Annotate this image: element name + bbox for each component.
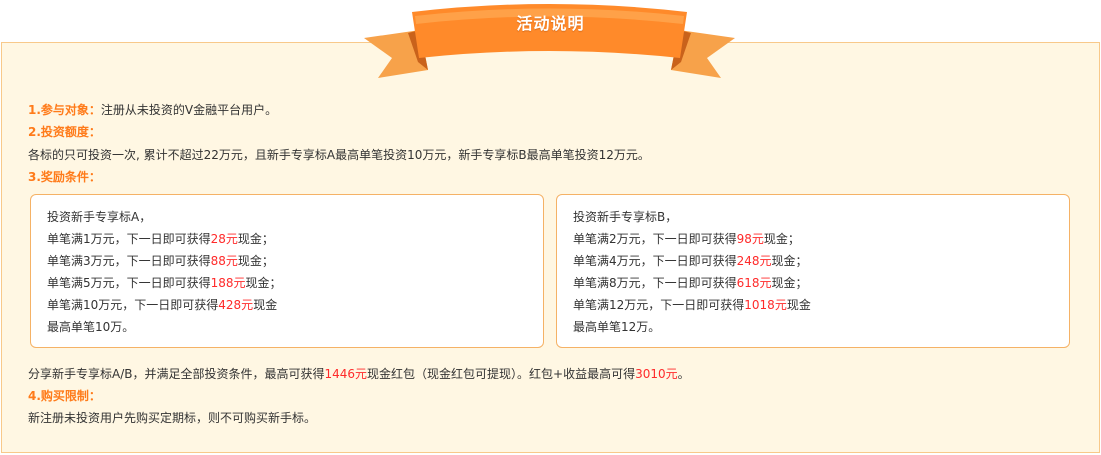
box-a-row-text: 单笔满3万元，下一日即可获得 [47, 254, 211, 268]
box-b-row: 单笔满4万元，下一日即可获得248元现金； [573, 250, 1069, 272]
section-limit-heading: 4.购买限制： [28, 389, 101, 403]
section-amount-heading: 2.投资额度： [28, 125, 101, 139]
box-b-row-text: 单笔满12万元，下一日即可获得 [573, 298, 745, 312]
box-a-row-suffix: 现金 [253, 298, 278, 312]
box-a-row: 单笔满3万元，下一日即可获得88元现金； [47, 250, 543, 272]
box-a-footer: 最高单笔10万。 [47, 320, 135, 334]
box-b-row-text: 单笔满4万元，下一日即可获得 [573, 254, 737, 268]
section-amount-heading-line: 2.投资额度： [28, 124, 101, 140]
box-b-footer: 最高单笔12万。 [573, 320, 661, 334]
box-a-row-amount: 28元 [210, 232, 238, 246]
box-b-row-suffix: 现金； [771, 254, 808, 268]
box-b-row-text: 单笔满2万元，下一日即可获得 [573, 232, 737, 246]
box-a-row-text: 单笔满10万元，下一日即可获得 [47, 298, 219, 312]
box-b-row: 单笔满12万元，下一日即可获得1018元现金 [573, 294, 1069, 316]
summary-text-2: 现金红包（现金红包可提现）。红包+收益最高可得 [367, 367, 636, 381]
section-reward-heading: 3.奖励条件： [28, 170, 101, 184]
section-limit-heading-line: 4.购买限制： [28, 388, 101, 404]
box-a-row: 单笔满10万元，下一日即可获得428元现金 [47, 294, 543, 316]
summary-line: 分享新手专享标A/B，并满足全部投资条件，最高可获得1446元现金红包（现金红包… [28, 366, 690, 382]
section-target-text: 注册从未投资的V金融平台用户。 [100, 103, 278, 117]
box-b-row: 单笔满2万元，下一日即可获得98元现金； [573, 228, 1069, 250]
section-amount-text: 各标的只可投资一次, 累计不超过22万元，且新手专享标A最高单笔投资10万元，新… [28, 148, 650, 162]
summary-text-3: 。 [677, 367, 690, 381]
box-b-row-suffix: 现金； [771, 276, 808, 290]
box-a-row: 单笔满1万元，下一日即可获得28元现金； [47, 228, 543, 250]
box-b-row-amount: 98元 [736, 232, 764, 246]
box-a-row-amount: 188元 [210, 276, 246, 290]
box-b-row-amount: 248元 [736, 254, 772, 268]
banner-title: 活动说明 [516, 14, 585, 33]
section-target-heading: 1.参与对象： [28, 103, 101, 117]
section-reward-heading-line: 3.奖励条件： [28, 169, 101, 185]
summary-text-1: 分享新手专享标A/B，并满足全部投资条件，最高可获得 [28, 367, 325, 381]
box-b-row-amount: 1018元 [744, 298, 787, 312]
box-a-row-text: 单笔满5万元，下一日即可获得 [47, 276, 211, 290]
box-a-row-amount: 88元 [210, 254, 238, 268]
box-b-row: 单笔满8万元，下一日即可获得618元现金； [573, 272, 1069, 294]
box-a-row-suffix: 现金； [245, 276, 282, 290]
reward-box-b: 投资新手专享标B， 单笔满2万元，下一日即可获得98元现金； 单笔满4万元，下一… [556, 194, 1070, 348]
box-b-row-suffix: 现金； [763, 232, 800, 246]
box-b-row-amount: 618元 [736, 276, 772, 290]
summary-amount-2: 3010元 [635, 367, 678, 381]
box-a-title: 投资新手专享标A， [47, 210, 152, 224]
section-limit-text: 新注册未投资用户先购买定期标，则不可购买新手标。 [28, 411, 317, 425]
box-b-title: 投资新手专享标B， [573, 210, 678, 224]
reward-box-a: 投资新手专享标A， 单笔满1万元，下一日即可获得28元现金； 单笔满3万元，下一… [30, 194, 544, 348]
box-a-row-amount: 428元 [218, 298, 254, 312]
box-b-row-text: 单笔满8万元，下一日即可获得 [573, 276, 737, 290]
box-a-row-suffix: 现金； [237, 232, 274, 246]
box-a-row-suffix: 现金； [237, 254, 274, 268]
box-a-row: 单笔满5万元，下一日即可获得188元现金； [47, 272, 543, 294]
box-b-row-suffix: 现金 [786, 298, 811, 312]
summary-amount-1: 1446元 [324, 367, 368, 381]
section-target: 1.参与对象：注册从未投资的V金融平台用户。 [28, 102, 277, 118]
box-a-row-text: 单笔满1万元，下一日即可获得 [47, 232, 211, 246]
